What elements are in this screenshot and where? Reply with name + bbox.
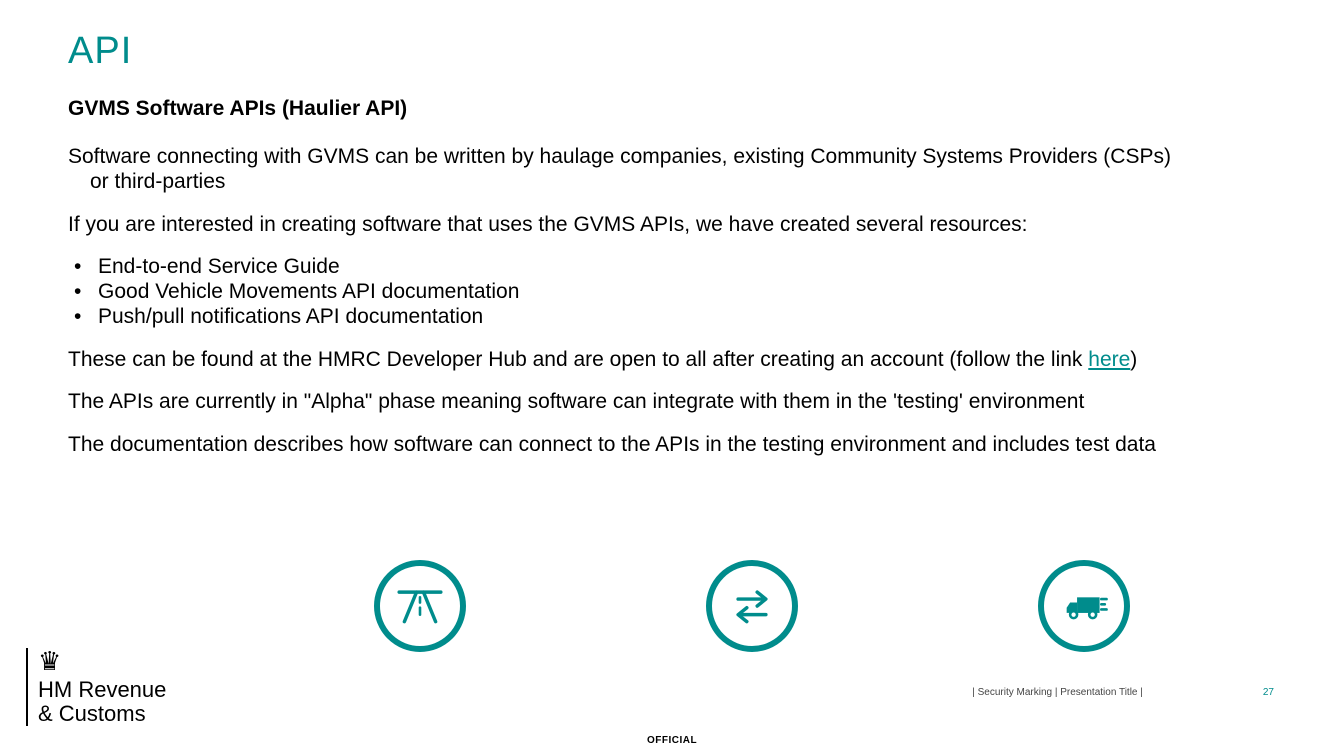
logo-line-1: HM Revenue	[38, 677, 166, 702]
icons-row	[0, 560, 1344, 652]
bullet-item: End-to-end Service Guide	[68, 255, 1294, 280]
crown-icon: ♛	[38, 648, 166, 674]
page-number: 27	[1263, 687, 1274, 698]
slide-subtitle: GVMS Software APIs (Haulier API)	[68, 97, 1294, 121]
logo-text: HM Revenue & Customs	[38, 678, 166, 726]
paragraph-4: The APIs are currently in "Alpha" phase …	[68, 390, 1294, 415]
slide-title: API	[68, 30, 1294, 73]
bidirectional-arrows-icon	[706, 560, 798, 652]
road-icon	[374, 560, 466, 652]
bullet-item: Push/pull notifications API documentatio…	[68, 305, 1294, 330]
logo-line-2: & Customs	[38, 701, 146, 726]
bullet-list: End-to-end Service Guide Good Vehicle Mo…	[68, 255, 1294, 329]
bullet-item: Good Vehicle Movements API documentation	[68, 280, 1294, 305]
truck-icon	[1038, 560, 1130, 652]
developer-hub-link[interactable]: here	[1088, 348, 1130, 371]
paragraph-1-line-b: or third-parties	[90, 170, 1294, 195]
paragraph-5: The documentation describes how software…	[68, 433, 1294, 458]
classification-label: OFFICIAL	[647, 735, 697, 746]
paragraph-1: Software connecting with GVMS can be wri…	[68, 145, 1294, 195]
security-marking: | Security Marking | Presentation Title …	[972, 687, 1143, 698]
paragraph-3: These can be found at the HMRC Developer…	[68, 348, 1294, 373]
footer-meta: | Security Marking | Presentation Title …	[972, 687, 1274, 698]
paragraph-1-line-a: Software connecting with GVMS can be wri…	[68, 145, 1171, 168]
paragraph-3-text-b: )	[1130, 348, 1137, 371]
paragraph-3-text-a: These can be found at the HMRC Developer…	[68, 348, 1088, 371]
paragraph-2: If you are interested in creating softwa…	[68, 213, 1294, 238]
hmrc-logo: ♛ HM Revenue & Customs	[26, 648, 166, 726]
slide-content: API GVMS Software APIs (Haulier API) Sof…	[0, 0, 1344, 458]
